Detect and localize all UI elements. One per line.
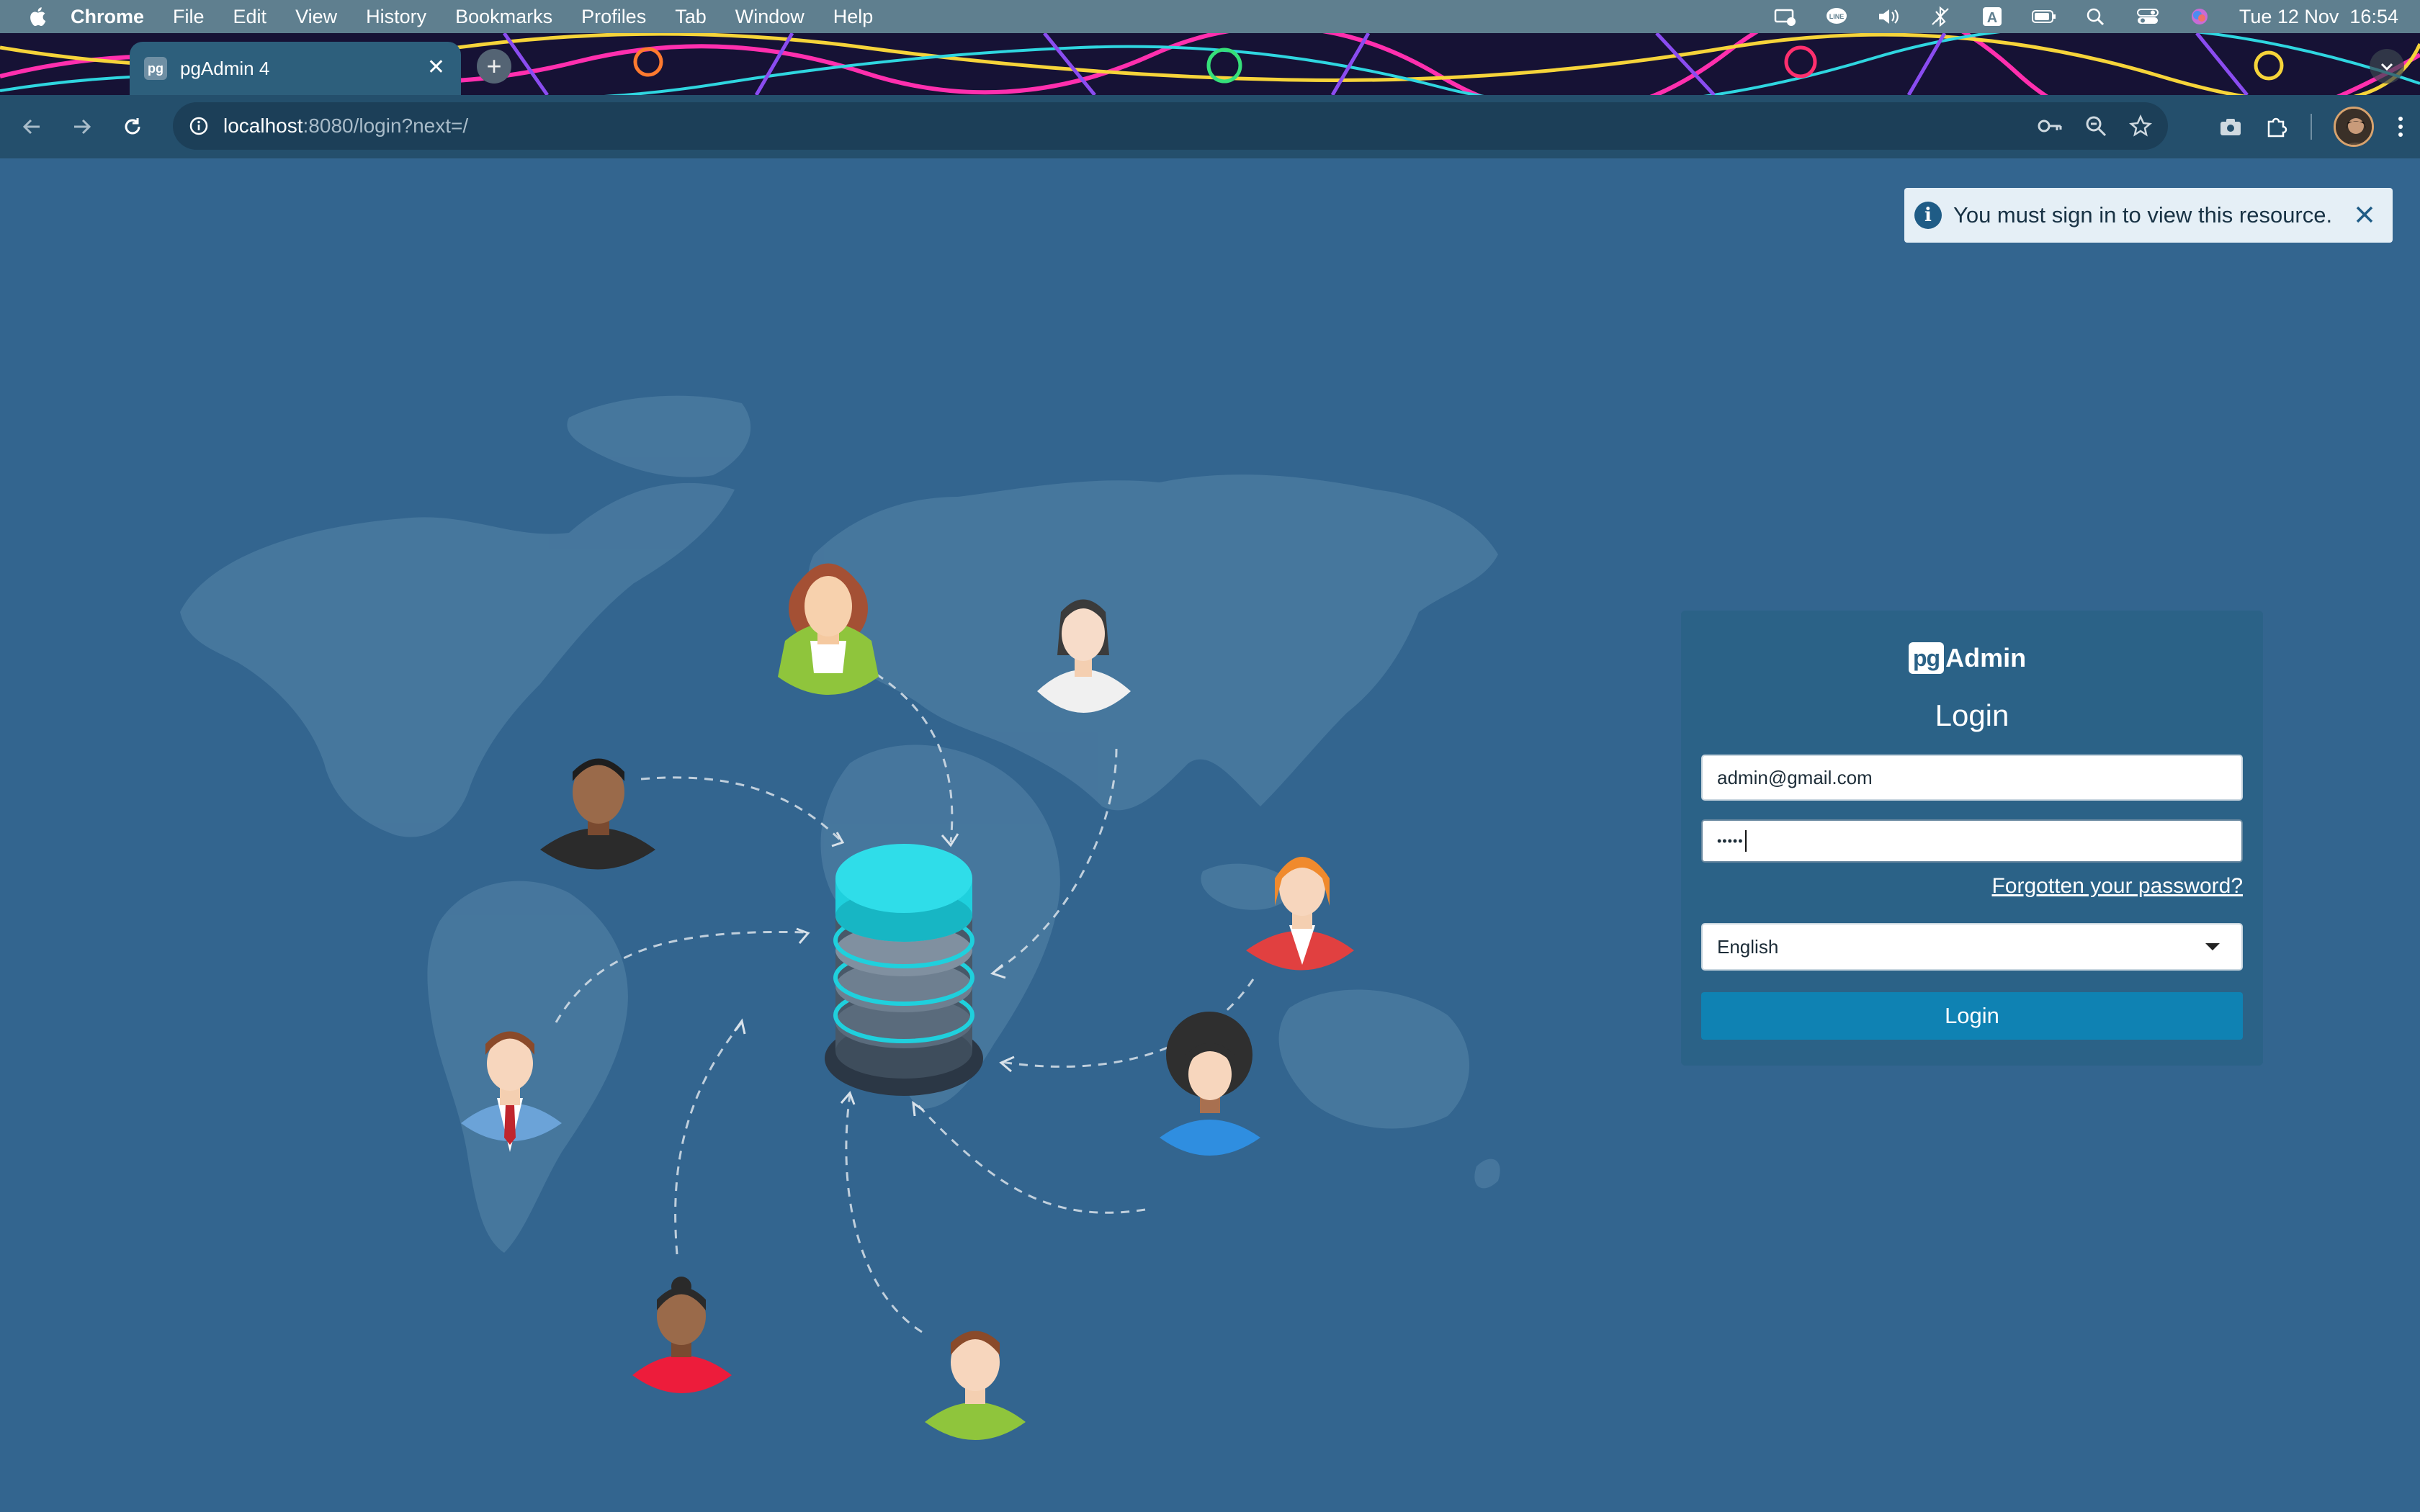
control-center-icon[interactable] [2136,6,2160,27]
logo-admin: Admin [1945,643,2027,672]
browser-toolbar: localhost:8080/login?next=/ [0,95,2420,158]
language-value: English [1717,935,1779,958]
reload-icon [125,118,140,135]
menu-chrome[interactable]: Chrome [71,6,144,28]
menu-file[interactable]: File [173,6,205,28]
email-field[interactable]: admin@gmail.com [1701,755,2243,801]
user-avatar-7 [632,1277,732,1393]
extensions-icon[interactable] [2264,114,2289,139]
menu-view[interactable]: View [295,6,337,28]
arrow-right-icon [74,119,91,135]
url-path: :8080/login?next=/ [302,114,469,137]
line-icon[interactable]: LINE [1824,6,1849,27]
dropdown-caret-icon [2205,943,2220,950]
new-tab-button[interactable]: + [477,49,511,84]
svg-text:A: A [1987,10,1997,26]
login-illustration [180,395,1500,1440]
display-icon[interactable] [1773,6,1797,27]
profile-avatar[interactable] [2334,107,2374,147]
menu-edit[interactable]: Edit [233,6,267,28]
svg-text:LINE: LINE [1829,13,1845,20]
world-map [180,395,1500,1253]
apple-icon[interactable] [29,6,46,27]
pgadmin-logo: pg Admin [1909,641,2026,675]
bookmark-star-icon[interactable] [2129,114,2152,138]
toolbar-divider [2311,114,2312,140]
close-icon[interactable] [2351,201,2378,228]
email-value: admin@gmail.com [1717,766,1873,788]
zoom-icon[interactable] [2084,114,2107,138]
info-notification: i You must sign in to view this resource… [1904,188,2393,243]
notification-message: You must sign in to view this resource. [1953,202,2333,228]
address-bar[interactable]: localhost:8080/login?next=/ [173,102,2168,150]
text-caret [1744,830,1747,852]
browser-tab-strip: pg pgAdmin 4 ✕ + [0,33,2420,95]
menu-profiles[interactable]: Profiles [581,6,646,28]
database-icon [825,844,983,1096]
camera-icon[interactable] [2218,116,2243,138]
forgot-password-link[interactable]: Forgotten your password? [1991,874,2243,899]
omnibox-actions [2037,102,2152,150]
more-menu-icon[interactable] [2396,114,2406,139]
password-field[interactable]: ••••• [1701,819,2243,863]
input-source-icon[interactable]: A [1980,6,2004,27]
back-button[interactable] [13,108,50,145]
url-host: localhost [223,114,303,137]
user-avatar-6 [1160,1012,1260,1156]
pgadmin-login-page: i You must sign in to view this resource… [0,158,2420,1512]
password-value: ••••• [1717,833,1744,848]
tab-title: pgAdmin 4 [180,57,270,79]
reload-button[interactable] [114,108,151,145]
battery-icon[interactable] [2031,6,2056,27]
menu-bookmarks[interactable]: Bookmarks [455,6,552,28]
login-title: Login [1935,698,2009,732]
menu-help[interactable]: Help [833,6,874,28]
menu-window[interactable]: Window [735,6,805,28]
key-icon[interactable] [2037,115,2063,137]
forward-button[interactable] [63,108,101,145]
close-tab-icon[interactable]: ✕ [427,56,445,79]
chevron-down-icon [2380,63,2393,71]
info-icon: i [1914,202,1942,229]
url-text[interactable]: localhost:8080/login?next=/ [223,114,468,138]
menubar-clock[interactable]: Tue 12 Nov 16:54 [2239,6,2398,28]
toolbar-actions [2218,95,2406,158]
menu-tab[interactable]: Tab [675,6,707,28]
logo-pg: pg [1909,642,1945,674]
user-avatar-3 [540,758,655,870]
login-button[interactable]: Login [1701,992,2243,1040]
bluetooth-icon[interactable] [1928,6,1953,27]
user-avatar-8 [925,1331,1026,1440]
arrow-left-icon [22,119,40,135]
spotlight-icon[interactable] [2084,6,2108,27]
tab-search-button[interactable] [2370,49,2404,84]
volume-icon[interactable] [1876,6,1901,27]
language-select[interactable]: English [1701,923,2243,971]
browser-tab-pgadmin[interactable]: pg pgAdmin 4 ✕ [130,42,461,95]
siri-icon[interactable] [2187,6,2212,27]
pgadmin-favicon-icon: pg [144,57,167,80]
macos-menu-bar: Chrome File Edit View History Bookmarks … [0,0,2420,33]
site-info-icon[interactable] [189,116,209,136]
menubar-status-area: LINE A Tue 12 Nov 16:54 [1773,0,2398,33]
menu-history[interactable]: History [366,6,426,28]
